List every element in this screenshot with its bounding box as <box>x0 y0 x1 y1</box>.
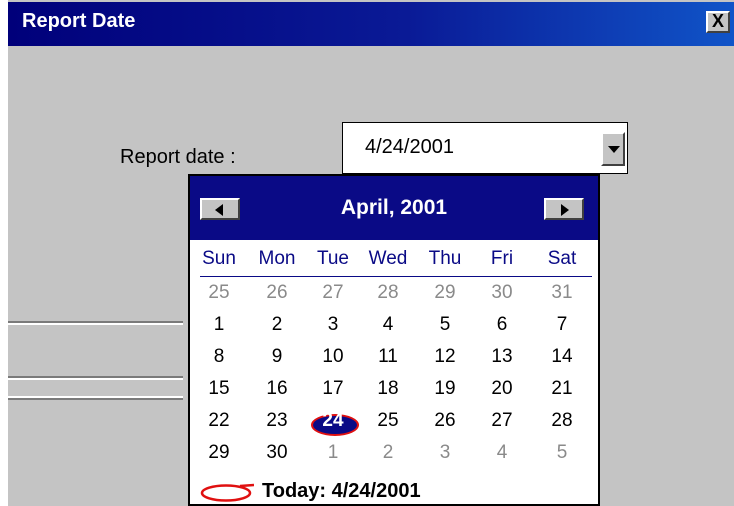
day-cell[interactable]: 13 <box>477 346 527 368</box>
day-cell[interactable]: 19 <box>420 378 470 400</box>
day-cell[interactable]: 29 <box>194 442 244 464</box>
today-circle-icon <box>200 483 254 502</box>
weekday-label: Sun <box>202 248 236 269</box>
day-cell[interactable]: 21 <box>537 378 587 400</box>
separator-line <box>8 323 183 325</box>
window-title: Report Date <box>22 10 136 32</box>
day-cell[interactable]: 7 <box>537 314 587 336</box>
dropdown-button[interactable] <box>601 132 625 166</box>
day-cell[interactable]: 28 <box>537 410 587 432</box>
weekday-label: Sat <box>547 248 577 269</box>
triangle-right-icon <box>561 204 569 216</box>
day-cell[interactable]: 9 <box>252 346 302 368</box>
day-cell[interactable]: 1 <box>194 314 244 336</box>
day-cell[interactable]: 14 <box>537 346 587 368</box>
day-cell[interactable]: 17 <box>308 378 358 400</box>
day-cell[interactable]: 30 <box>477 282 527 304</box>
day-cell[interactable]: 12 <box>420 346 470 368</box>
title-bar: Report Date X <box>8 2 734 46</box>
weekday-label: Wed <box>368 248 408 269</box>
calendar-popup: April, 2001 Sun Mon Tue Wed Thu Fri Sat 25 26 27… <box>188 174 600 506</box>
day-cell[interactable]: 31 <box>537 282 587 304</box>
day-cell[interactable]: 29 <box>420 282 470 304</box>
day-cell[interactable]: 3 <box>420 442 470 464</box>
selected-day[interactable]: 24 <box>308 410 358 432</box>
day-cell[interactable]: 4 <box>477 442 527 464</box>
day-cell[interactable]: 11 <box>363 346 413 368</box>
report-date-dialog: Report Date X Report date : 4/24/2001 Ap… <box>8 0 734 506</box>
day-cell[interactable]: 15 <box>194 378 244 400</box>
day-cell[interactable]: 4 <box>363 314 413 336</box>
day-cell[interactable]: 18 <box>363 378 413 400</box>
day-cell[interactable]: 26 <box>252 282 302 304</box>
day-cell[interactable]: 3 <box>308 314 358 336</box>
report-date-label: Report date : <box>120 146 236 168</box>
day-cell[interactable]: 30 <box>252 442 302 464</box>
day-cell[interactable]: 6 <box>477 314 527 336</box>
weekday-label: Mon <box>258 248 296 269</box>
day-cell[interactable]: 27 <box>308 282 358 304</box>
day-cell[interactable]: 25 <box>363 410 413 432</box>
calendar-header: April, 2001 <box>190 176 598 240</box>
day-cell[interactable]: 25 <box>194 282 244 304</box>
today-label[interactable]: Today: 4/24/2001 <box>262 480 421 503</box>
day-cell[interactable]: 5 <box>420 314 470 336</box>
day-cell[interactable]: 8 <box>194 346 244 368</box>
weekday-label: Fri <box>490 248 514 269</box>
day-cell[interactable]: 10 <box>308 346 358 368</box>
month-title: April, 2001 <box>340 196 448 219</box>
next-month-button[interactable] <box>544 198 584 220</box>
separator-line <box>8 398 183 400</box>
today-row[interactable]: Today: 4/24/2001 <box>190 480 598 506</box>
day-cell[interactable]: 5 <box>537 442 587 464</box>
weekday-label: Thu <box>428 248 462 269</box>
report-date-combobox[interactable]: 4/24/2001 <box>342 122 628 174</box>
day-cell[interactable]: 16 <box>252 378 302 400</box>
weekday-label: Tue <box>316 248 350 269</box>
report-date-value[interactable]: 4/24/2001 <box>365 136 454 159</box>
day-cell[interactable]: 27 <box>477 410 527 432</box>
day-cell[interactable]: 20 <box>477 378 527 400</box>
day-cell[interactable]: 26 <box>420 410 470 432</box>
close-button[interactable]: X <box>706 11 730 33</box>
weekday-header-row: Sun Mon Tue Wed Thu Fri Sat <box>190 248 598 274</box>
separator-line <box>8 378 183 380</box>
day-cell[interactable]: 28 <box>363 282 413 304</box>
weekday-underline <box>200 276 592 277</box>
day-cell[interactable]: 2 <box>252 314 302 336</box>
day-cell[interactable]: 2 <box>363 442 413 464</box>
day-cell[interactable]: 22 <box>194 410 244 432</box>
day-cell[interactable]: 1 <box>308 442 358 464</box>
day-cell[interactable]: 23 <box>252 410 302 432</box>
triangle-down-icon <box>608 146 620 153</box>
